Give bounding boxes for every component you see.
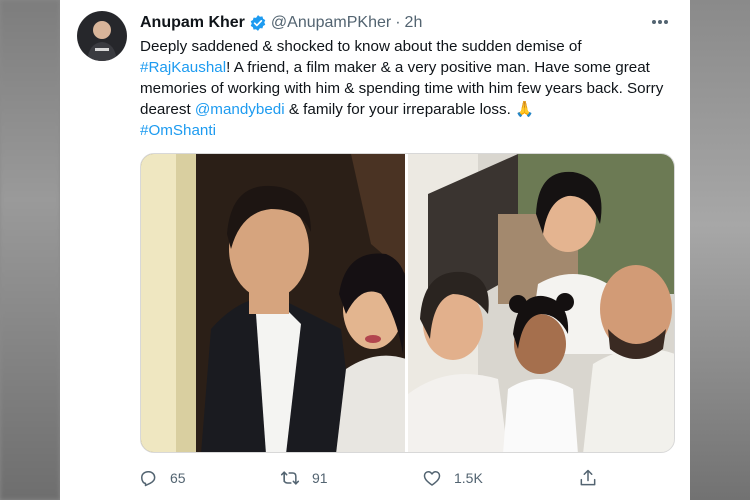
text-part: Deeply saddened & shocked to know about … xyxy=(140,38,582,55)
text-part: & family for your irreparable loss. xyxy=(284,101,516,118)
background-right xyxy=(690,0,750,500)
like-button[interactable]: 1.5K xyxy=(422,468,578,488)
tweet-media[interactable] xyxy=(140,153,675,453)
background-left xyxy=(0,0,60,500)
tweet-card[interactable]: Anupam Kher @AnupamPKher · 2h Deeply sad… xyxy=(60,0,690,500)
retweet-icon xyxy=(280,471,300,485)
tweet-text: Deeply saddened & shocked to know about … xyxy=(140,36,676,141)
separator-dot: · xyxy=(395,14,401,31)
reply-count: 65 xyxy=(170,470,186,486)
retweet-button[interactable]: 91 xyxy=(280,468,422,488)
retweet-count: 91 xyxy=(312,470,328,486)
tweet-actions: 65 91 1.5K xyxy=(138,466,658,490)
mention-mandybedi[interactable]: @mandybedi xyxy=(195,101,285,118)
author-handle[interactable]: @AnupamPKher xyxy=(271,14,391,32)
like-count: 1.5K xyxy=(454,470,483,486)
verified-badge-icon xyxy=(249,14,267,32)
reply-icon xyxy=(141,471,156,487)
author-name[interactable]: Anupam Kher xyxy=(140,14,245,32)
photo-couple[interactable] xyxy=(141,154,405,452)
heart-icon xyxy=(423,471,441,486)
folded-hands-emoji: 🙏 xyxy=(515,101,534,118)
reply-button[interactable]: 65 xyxy=(138,468,280,488)
avatar[interactable] xyxy=(77,11,127,61)
timestamp[interactable]: 2h xyxy=(405,14,423,32)
more-options-icon[interactable] xyxy=(650,12,670,32)
hashtag-omshanti[interactable]: #OmShanti xyxy=(140,122,216,139)
share-icon xyxy=(580,469,596,486)
photo-family[interactable] xyxy=(408,154,674,452)
tweet-header: Anupam Kher @AnupamPKher · 2h xyxy=(140,12,422,34)
hashtag-rajkaushal[interactable]: #RajKaushal xyxy=(140,59,226,76)
share-button[interactable] xyxy=(578,468,610,488)
